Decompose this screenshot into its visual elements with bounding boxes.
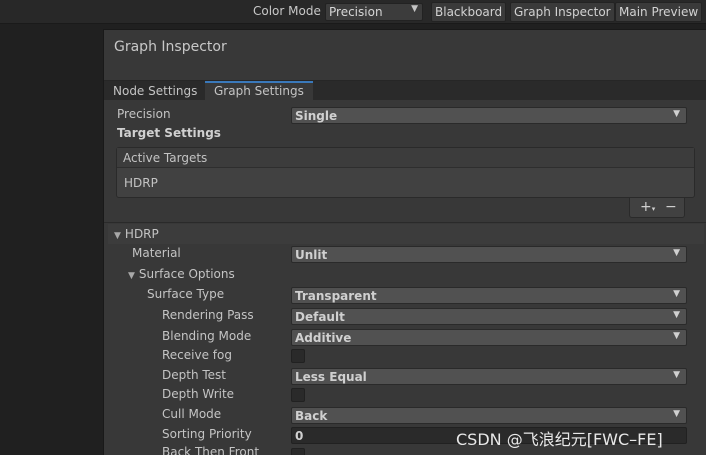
inspector-tabs: Node Settings Graph Settings [104, 80, 706, 101]
blending-mode-label: Blending Mode [162, 329, 252, 343]
chevron-down-icon: ▼ [673, 289, 680, 299]
surface-type-value: Transparent [295, 289, 377, 303]
sorting-priority-value: 0 [295, 429, 304, 443]
panel-title: Graph Inspector [114, 39, 227, 55]
graph-inspector-panel: Graph Inspector Node Settings Graph Sett… [103, 29, 706, 455]
receive-fog-label: Receive fog [162, 348, 232, 362]
chevron-down-icon: ▼ [673, 370, 680, 380]
surface-options-title: Surface Options [138, 267, 235, 281]
sorting-priority-label: Sorting Priority [162, 427, 252, 441]
receive-fog-checkbox[interactable] [291, 349, 305, 363]
main-preview-button[interactable]: Main Preview [615, 2, 703, 22]
blending-mode-value: Additive [295, 331, 352, 345]
back-then-front-label: Back Then Front [162, 445, 260, 455]
chevron-down-icon: ▼ [673, 310, 680, 320]
surface-type-dropdown[interactable]: Transparent ▼ [291, 287, 687, 304]
precision-value: Single [295, 109, 338, 123]
surface-type-label: Surface Type [147, 287, 225, 301]
chevron-down-icon: ▼ [673, 409, 680, 419]
chevron-down-icon: ▼ [673, 248, 680, 258]
material-label: Material [132, 246, 181, 260]
list-add-remove: +▾ − [629, 198, 685, 218]
precision-label: Precision [117, 107, 171, 121]
chevron-down-icon: ▼ [673, 331, 680, 341]
depth-test-label: Depth Test [162, 368, 226, 382]
plus-icon: + [640, 199, 652, 215]
depth-write-checkbox[interactable] [291, 388, 305, 402]
active-targets-header: Active Targets [117, 148, 694, 168]
cull-mode-label: Cull Mode [162, 407, 222, 421]
surface-options-foldout[interactable]: ▼ Surface Options [128, 267, 235, 281]
editor-window: Color Mode Precision ▼ Blackboard Graph … [0, 0, 706, 455]
remove-target-button[interactable]: − [665, 199, 677, 215]
chevron-down-icon: ▼ [411, 4, 418, 14]
color-mode-dropdown[interactable]: Precision ▼ [325, 3, 423, 21]
section-divider [104, 222, 706, 223]
active-targets-list: Active Targets HDRP [116, 147, 695, 198]
rendering-pass-dropdown[interactable]: Default ▼ [291, 308, 687, 325]
cull-mode-value: Back [295, 409, 328, 423]
rendering-pass-value: Default [295, 310, 345, 324]
material-value: Unlit [295, 248, 328, 262]
graph-inspector-button[interactable]: Graph Inspector [510, 2, 615, 22]
cull-mode-dropdown[interactable]: Back ▼ [291, 407, 687, 424]
rendering-pass-label: Rendering Pass [162, 308, 254, 322]
depth-test-value: Less Equal [295, 370, 367, 384]
back-then-front-checkbox[interactable] [291, 448, 305, 455]
chevron-down-icon: ▾ [651, 205, 656, 213]
foldout-expanded-icon: ▼ [128, 271, 135, 281]
hdrp-foldout-header[interactable]: ▼ HDRP [108, 224, 704, 244]
hdrp-title: HDRP [124, 227, 159, 241]
tab-node-settings[interactable]: Node Settings [104, 81, 206, 101]
color-mode-value: Precision [329, 5, 383, 19]
depth-test-dropdown[interactable]: Less Equal ▼ [291, 368, 687, 385]
material-dropdown[interactable]: Unlit ▼ [291, 246, 687, 263]
hdrp-foldout: ▼ HDRP [114, 227, 159, 241]
precision-dropdown[interactable]: Single ▼ [291, 107, 687, 124]
foldout-expanded-icon: ▼ [114, 231, 121, 241]
depth-write-label: Depth Write [162, 387, 235, 401]
graph-toolbar: Color Mode Precision ▼ Blackboard Graph … [0, 0, 706, 24]
add-target-button[interactable]: +▾ [640, 199, 655, 215]
watermark: CSDN @飞浪纪元[FWC–FE] [456, 430, 663, 449]
chevron-down-icon: ▼ [673, 109, 680, 119]
list-item[interactable]: HDRP [124, 176, 158, 190]
tab-graph-settings[interactable]: Graph Settings [205, 81, 313, 101]
color-mode-label: Color Mode [253, 4, 321, 18]
blackboard-button[interactable]: Blackboard [431, 2, 507, 22]
blending-mode-dropdown[interactable]: Additive ▼ [291, 329, 687, 346]
target-settings-heading: Target Settings [117, 126, 221, 140]
